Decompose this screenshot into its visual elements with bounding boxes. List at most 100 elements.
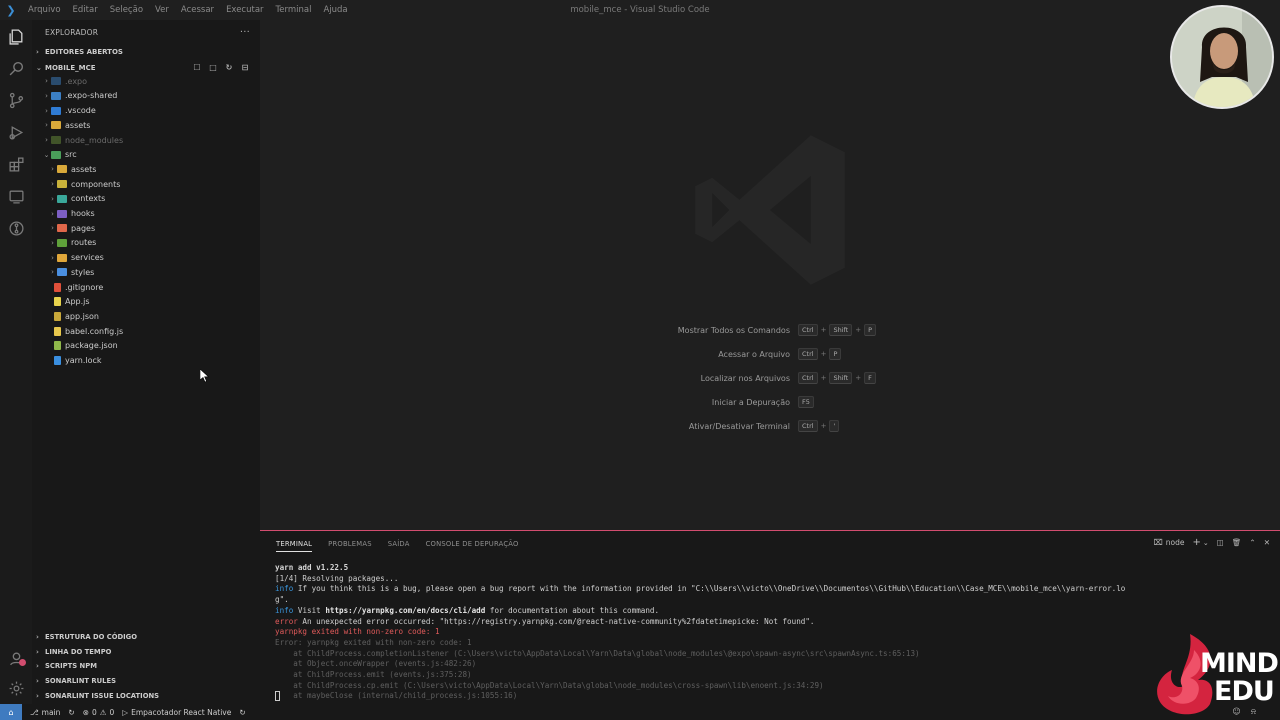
menu-executar[interactable]: Executar bbox=[220, 0, 269, 20]
run-debug-icon[interactable] bbox=[4, 120, 28, 144]
file-tree-item[interactable]: .gitignore bbox=[42, 280, 103, 295]
close-panel-icon[interactable]: ✕ bbox=[1264, 538, 1270, 547]
packager-label: Empacotador React Native bbox=[131, 707, 232, 717]
react-native-packager[interactable]: ▷ Empacotador React Native bbox=[122, 708, 231, 717]
file-tree-item[interactable]: app.json bbox=[42, 309, 99, 324]
tab-saida[interactable]: SAÍDA bbox=[388, 537, 410, 552]
presenter-avatar bbox=[1172, 7, 1272, 107]
timeline-section[interactable]: › LINHA DO TEMPO bbox=[32, 645, 260, 660]
sonarlint-rules-section[interactable]: › SONARLINT RULES bbox=[32, 674, 260, 689]
remote-explorer-icon[interactable] bbox=[4, 184, 28, 208]
menu-arquivo[interactable]: Arquivo bbox=[22, 0, 67, 20]
file-tree-item[interactable]: › routes bbox=[48, 236, 96, 251]
menu-editar[interactable]: Editar bbox=[67, 0, 104, 20]
file-tree-label: contexts bbox=[71, 194, 106, 204]
source-control-icon[interactable] bbox=[4, 88, 28, 112]
file-tree-item[interactable]: package.json bbox=[42, 339, 118, 354]
file-tree-item[interactable]: › .expo bbox=[42, 74, 87, 89]
terminal-line: info If you think this is a bug, please … bbox=[275, 584, 1275, 595]
menu-acessar[interactable]: Acessar bbox=[175, 0, 220, 20]
terminal-line: at ChildProcess.emit (events.js:375:28) bbox=[275, 670, 472, 680]
terminal-text: If you think this is a bug, please open … bbox=[293, 584, 1126, 594]
remote-indicator-icon[interactable]: ⌂ bbox=[0, 704, 22, 720]
reload-button[interactable]: ↻ bbox=[239, 708, 245, 717]
brand-text-mind: MIND bbox=[1200, 648, 1279, 679]
notification-badge bbox=[19, 659, 26, 666]
terminal-cursor bbox=[275, 691, 280, 701]
file-tree-item[interactable]: yarn.lock bbox=[42, 353, 102, 368]
file-tree-item[interactable]: › assets bbox=[42, 118, 90, 133]
file-tree-item[interactable]: › hooks bbox=[48, 206, 95, 221]
file-tree-item[interactable]: › styles bbox=[48, 265, 94, 280]
branch-indicator[interactable]: ⎇ main bbox=[30, 708, 60, 717]
docs-link[interactable]: https://yarnpkg.com/en/docs/cli/add bbox=[325, 606, 485, 615]
terminal-shell-selector[interactable]: ⌧ node bbox=[1154, 538, 1185, 547]
chevron-right-icon: › bbox=[36, 647, 39, 656]
chevron-right-icon: › bbox=[36, 633, 39, 642]
sonarlint-rules-title: SONARLINT RULES bbox=[45, 677, 117, 686]
chevron-right-icon: › bbox=[51, 268, 54, 277]
file-tree-item[interactable]: App.js bbox=[42, 295, 90, 310]
explorer-header: EXPLORADOR ··· bbox=[32, 20, 260, 44]
split-terminal-icon[interactable]: ◫ bbox=[1217, 538, 1224, 547]
file-tree-item[interactable]: › .vscode bbox=[42, 103, 96, 118]
keycap: Shift bbox=[829, 372, 853, 384]
open-editors-section[interactable]: › EDITORES ABERTOS bbox=[32, 44, 260, 59]
chevron-right-icon: › bbox=[36, 691, 39, 700]
trash-icon[interactable]: 🗑︎ bbox=[1232, 538, 1242, 547]
npm-scripts-section[interactable]: › SCRIPTS NPM bbox=[32, 659, 260, 674]
sonarlint-issues-section[interactable]: › SONARLINT ISSUE LOCATIONS bbox=[32, 688, 260, 703]
file-tree-item[interactable]: › contexts bbox=[48, 192, 105, 207]
file-tree-item[interactable]: › services bbox=[48, 250, 104, 265]
tab-console-depuracao[interactable]: CONSOLE DE DEPURAÇÃO bbox=[426, 537, 519, 552]
search-icon[interactable] bbox=[4, 56, 28, 80]
file-icon bbox=[54, 297, 61, 307]
new-folder-icon[interactable]: □ bbox=[208, 63, 218, 73]
shortcut-row: Iniciar a Depuração F5 bbox=[260, 395, 1280, 409]
problems-indicator[interactable]: ⊗ 0 ⚠ 0 bbox=[83, 708, 115, 717]
tab-problemas[interactable]: PROBLEMAS bbox=[328, 537, 372, 552]
menu-terminal[interactable]: Terminal bbox=[270, 0, 318, 20]
settings-gear-icon[interactable] bbox=[4, 676, 28, 700]
maximize-panel-icon[interactable]: ⌃ bbox=[1249, 538, 1255, 547]
chevron-down-icon[interactable]: ⌄ bbox=[1203, 539, 1209, 547]
file-tree-item[interactable]: › node_modules bbox=[42, 133, 123, 148]
menu-selecao[interactable]: Seleção bbox=[104, 0, 149, 20]
account-icon[interactable] bbox=[4, 646, 28, 670]
menu-ver[interactable]: Ver bbox=[149, 0, 175, 20]
file-tree-item[interactable]: babel.config.js bbox=[42, 324, 123, 339]
menu-ajuda[interactable]: Ajuda bbox=[317, 0, 353, 20]
gitlens-icon[interactable] bbox=[4, 216, 28, 240]
key-separator: + bbox=[820, 350, 827, 358]
folder-icon bbox=[51, 91, 61, 100]
keycap: F bbox=[864, 372, 876, 384]
keycap: ' bbox=[829, 420, 840, 432]
file-tree-item[interactable]: ⌄ src bbox=[42, 148, 77, 163]
file-tree-item[interactable]: › pages bbox=[48, 221, 95, 236]
chevron-right-icon: › bbox=[51, 209, 54, 218]
terminal-output[interactable]: yarn add v1.22.5 [1/4] Resolving package… bbox=[275, 563, 1275, 702]
outline-section[interactable]: › ESTRUTURA DO CÓDIGO bbox=[32, 630, 260, 645]
more-actions-icon[interactable]: ··· bbox=[240, 27, 250, 38]
project-section[interactable]: ⌄ MOBILE_MCE ☐ □ ↻ ⊟ bbox=[32, 60, 260, 75]
file-tree-label: package.json bbox=[65, 341, 118, 351]
new-terminal-icon[interactable]: + bbox=[1193, 537, 1201, 548]
collapse-all-icon[interactable]: ⊟ bbox=[240, 63, 250, 73]
folder-icon bbox=[57, 268, 67, 277]
editor-area[interactable]: Mostrar Todos os Comandos Ctrl + Shift + P Ace… bbox=[260, 20, 1280, 530]
terminal-line: at Object.onceWrapper (events.js:482:26) bbox=[275, 659, 477, 669]
tab-terminal[interactable]: TERMINAL bbox=[276, 537, 313, 552]
folder-icon bbox=[51, 106, 61, 115]
terminal-line: [1/4] Resolving packages... bbox=[275, 573, 399, 583]
terminal-line: info Visit https://yarnpkg.com/en/docs/c… bbox=[275, 606, 1275, 617]
sync-button[interactable]: ↻ bbox=[68, 708, 74, 717]
extensions-icon[interactable] bbox=[4, 152, 28, 176]
terminal-line: at maybeClose (internal/child_process.js… bbox=[275, 691, 518, 701]
keycap: F5 bbox=[798, 396, 814, 408]
file-tree-item[interactable]: › assets bbox=[48, 162, 96, 177]
refresh-icon[interactable]: ↻ bbox=[224, 63, 234, 73]
file-tree-item[interactable]: › .expo-shared bbox=[42, 89, 117, 104]
new-file-icon[interactable]: ☐ bbox=[192, 63, 202, 73]
explorer-icon[interactable] bbox=[4, 24, 28, 48]
file-tree-item[interactable]: › components bbox=[48, 177, 120, 192]
